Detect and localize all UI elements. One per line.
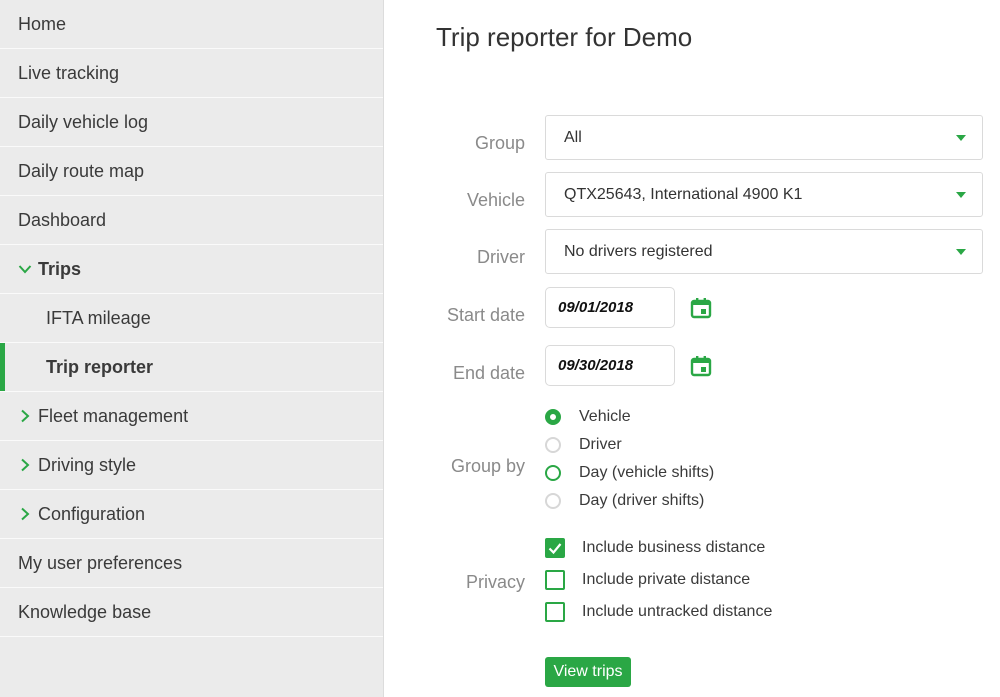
privacy-option-private[interactable]: Include private distance (545, 570, 750, 590)
checkbox-checked[interactable] (545, 538, 565, 558)
chevron-down-icon (18, 262, 32, 276)
chevron-right-icon (18, 507, 32, 521)
dropdown-caret-icon (956, 135, 966, 141)
sidebar-item-configuration[interactable]: Configuration (0, 490, 383, 539)
dropdown-caret-icon (956, 249, 966, 255)
sidebar-item-knowledge-base[interactable]: Knowledge base (0, 588, 383, 637)
vehicle-select-value: QTX25643, International 4900 K1 (564, 185, 803, 203)
sidebar-item-daily-route-map[interactable]: Daily route map (0, 147, 383, 196)
group-label: Group (474, 133, 525, 153)
checkbox[interactable] (545, 570, 565, 590)
sidebar-item-dashboard[interactable]: Dashboard (0, 196, 383, 245)
radio[interactable] (545, 493, 561, 509)
group-by-option-day-vehicle-shifts[interactable]: Day (vehicle shifts) (545, 464, 714, 482)
group-select-value: All (564, 128, 582, 146)
sidebar-item-ifta-mileage[interactable]: IFTA mileage (0, 294, 383, 343)
sidebar-item-label: Daily route map (18, 160, 145, 181)
sidebar-item-label: Live tracking (18, 62, 120, 83)
group-by-label: Group by (450, 456, 525, 476)
end-date-value: 09/30/2018 (558, 357, 634, 374)
radio-label: Vehicle (579, 408, 631, 425)
vehicle-select[interactable]: QTX25643, International 4900 K1 (545, 172, 983, 217)
view-trips-button[interactable]: View trips (545, 657, 631, 687)
chevron-right-icon (18, 409, 32, 423)
calendar-icon[interactable] (689, 354, 713, 378)
check-icon (548, 543, 562, 555)
radio-label: Day (driver shifts) (579, 492, 705, 509)
sidebar-item-trips[interactable]: Trips (0, 245, 383, 294)
vehicle-label: Vehicle (466, 190, 525, 210)
sidebar-item-fleet-management[interactable]: Fleet management (0, 392, 383, 441)
sidebar-item-label: Dashboard (18, 209, 107, 230)
privacy-option-business[interactable]: Include business distance (545, 538, 765, 558)
checkbox-label: Include private distance (582, 571, 751, 588)
sidebar-item-daily-vehicle-log[interactable]: Daily vehicle log (0, 98, 383, 147)
sidebar-item-user-preferences[interactable]: My user preferences (0, 539, 383, 588)
start-date-input[interactable]: 09/01/2018 (545, 287, 675, 328)
group-by-option-vehicle[interactable]: Vehicle (545, 408, 631, 426)
radio[interactable] (545, 437, 561, 453)
privacy-label: Privacy (465, 572, 525, 592)
start-date-label: Start date (446, 305, 525, 325)
driver-label: Driver (477, 247, 525, 267)
sidebar-item-label: Configuration (38, 503, 146, 524)
sidebar-item-label: Knowledge base (18, 601, 152, 622)
sidebar-item-label: Fleet management (38, 405, 189, 426)
dropdown-caret-icon (956, 192, 966, 198)
radio-selected[interactable] (545, 409, 561, 425)
sidebar-item-label: My user preferences (18, 552, 183, 573)
end-date-input[interactable]: 09/30/2018 (545, 345, 675, 386)
driver-select-value: No drivers registered (564, 242, 713, 260)
group-by-option-driver[interactable]: Driver (545, 436, 622, 454)
start-date-value: 09/01/2018 (558, 299, 634, 316)
end-date-label: End date (452, 363, 525, 383)
group-select[interactable]: All (545, 115, 983, 160)
radio-label: Day (vehicle shifts) (579, 464, 715, 481)
driver-select[interactable]: No drivers registered (545, 229, 983, 274)
checkbox-label: Include untracked distance (582, 603, 773, 620)
chevron-right-icon (18, 458, 32, 472)
sidebar-item-label: Trips (38, 258, 82, 279)
sidebar-item-trip-reporter[interactable]: Trip reporter (0, 343, 383, 392)
sidebar: Home Live tracking Daily vehicle log Dai… (0, 0, 384, 697)
sidebar-item-home[interactable]: Home (0, 0, 383, 49)
sidebar-item-driving-style[interactable]: Driving style (0, 441, 383, 490)
privacy-option-untracked[interactable]: Include untracked distance (545, 602, 772, 622)
sidebar-item-live-tracking[interactable]: Live tracking (0, 49, 383, 98)
sidebar-item-label: IFTA mileage (46, 307, 151, 328)
page-title: Trip reporter for Demo (436, 22, 693, 52)
radio-label: Driver (579, 436, 622, 453)
checkbox-label: Include business distance (582, 539, 766, 556)
sidebar-item-label: Driving style (38, 454, 137, 475)
sidebar-item-label: Daily vehicle log (18, 111, 149, 132)
group-by-option-day-driver-shifts[interactable]: Day (driver shifts) (545, 492, 704, 510)
sidebar-item-label: Trip reporter (46, 356, 154, 377)
sidebar-item-label: Home (18, 13, 67, 34)
radio[interactable] (545, 465, 561, 481)
calendar-icon[interactable] (689, 296, 713, 320)
checkbox[interactable] (545, 602, 565, 622)
